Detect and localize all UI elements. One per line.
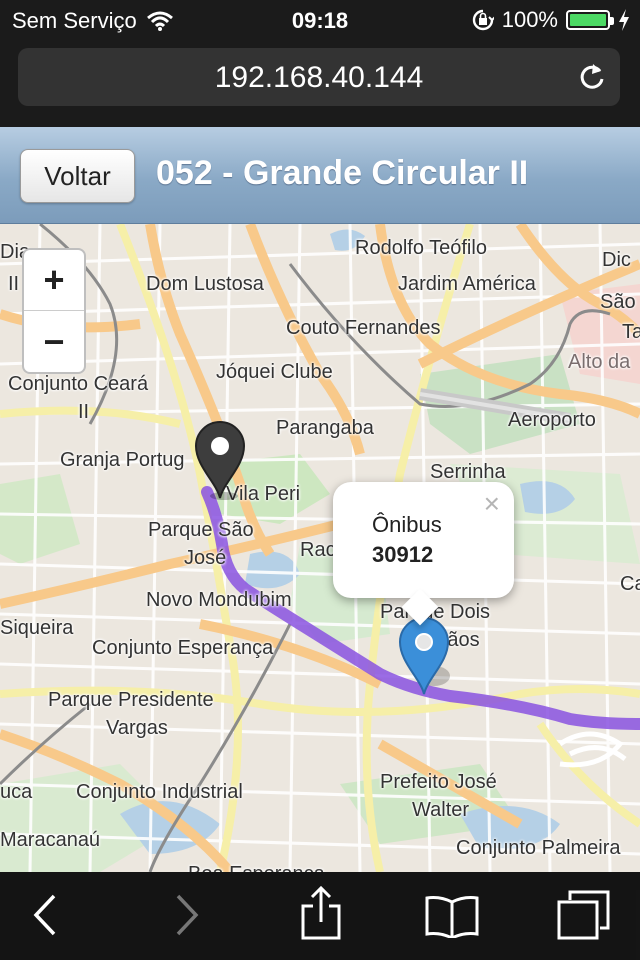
back-arrow-icon[interactable] [30, 892, 60, 938]
reload-icon[interactable] [578, 62, 606, 92]
address-bar[interactable]: 192.168.40.144 [18, 48, 620, 106]
map-view[interactable]: Rodolfo Teófilo Dia II Dom Lustosa Jardi… [0, 224, 640, 872]
map-label: Jardim América [398, 273, 536, 295]
map-label: Conjunto Industrial [76, 781, 243, 803]
status-bar: Sem Serviço 09:18 100% [0, 0, 640, 40]
map-label: Prefeito José [380, 771, 497, 793]
rotation-lock-icon [472, 9, 494, 31]
map-label: Conjunto Ceará [8, 373, 149, 395]
map-label: São [600, 291, 636, 313]
map-label: Alto da [568, 351, 631, 373]
map-label: Siqueira [0, 617, 74, 639]
map-label: Novo Mondubim [146, 589, 292, 611]
zoom-control: + − [22, 248, 86, 374]
map-label: Rodolfo Teófilo [355, 237, 487, 259]
map-label: Parque São [148, 519, 254, 541]
page-title: 052 - Grande Circular II [156, 154, 529, 192]
browser-chrome: 192.168.40.144 [0, 40, 640, 127]
map-label: Granja Portug [60, 449, 185, 471]
map-label: Rac [300, 539, 336, 561]
back-button[interactable]: Voltar [20, 149, 135, 203]
zoom-out-button[interactable]: − [24, 311, 84, 372]
zoom-in-button[interactable]: + [24, 250, 84, 311]
bus-info-popup: × Ônibus 30912 [333, 482, 514, 626]
map-label: Dic [602, 249, 631, 271]
map-label: Aeroporto [508, 409, 596, 431]
popup-close-button[interactable]: × [484, 488, 500, 520]
share-icon[interactable] [300, 886, 342, 940]
map-label: Maracanaú [0, 829, 101, 851]
forward-arrow-icon[interactable] [172, 892, 202, 938]
url-text: 192.168.40.144 [214, 61, 424, 94]
map-label: Vargas [106, 717, 168, 739]
map-label: Boa Esperança [188, 860, 325, 872]
browser-toolbar [0, 872, 640, 960]
map-label: uca [0, 781, 33, 803]
route-start-marker-icon[interactable] [194, 420, 246, 500]
map-label: Conjunto Palmeira [456, 837, 621, 859]
charging-icon [619, 9, 629, 31]
map-label: Ta [622, 321, 640, 343]
map-label: Couto Fernandes [286, 317, 441, 339]
map-label: Conjunto Esperança [92, 637, 274, 659]
map-label: II [78, 401, 90, 423]
bus-marker-icon[interactable] [398, 616, 450, 696]
map-label: Walter [412, 799, 470, 821]
tabs-icon[interactable] [556, 890, 610, 940]
map-label: Jóquei Clube [216, 361, 333, 383]
popup-bus-number: 30912 [372, 542, 434, 567]
map-label: II [8, 273, 20, 295]
map-label: José [184, 547, 227, 569]
map-label: Parangaba [276, 417, 374, 439]
map-label: Dom Lustosa [146, 273, 264, 295]
map-label: Ca [620, 573, 640, 595]
page-header: Voltar 052 - Grande Circular II [0, 127, 640, 224]
popup-title: Ônibus [372, 512, 442, 537]
status-right: 100% [472, 7, 630, 33]
bookmarks-icon[interactable] [424, 894, 480, 938]
battery-percent: 100% [501, 7, 558, 32]
battery-icon [566, 10, 614, 30]
map-label: Parque Presidente [48, 689, 214, 711]
